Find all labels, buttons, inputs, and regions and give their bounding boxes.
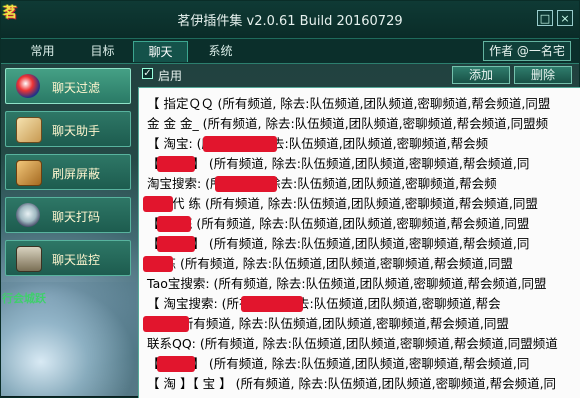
list-item[interactable]: 【 淘 】【 宝 】 (所有频道, 除去:队伍频道,团队频道,密聊频道,帮会频道… [147, 374, 580, 394]
list-item[interactable]: 代 练 (所有频道, 除去:队伍频道,团队频道,密聊频道,帮会频道,同盟 [147, 254, 580, 274]
add-button[interactable]: 添加 [452, 66, 510, 84]
enable-label: 启用 [158, 69, 183, 83]
redaction-block [241, 296, 303, 312]
tab-system[interactable]: 系统 [193, 41, 248, 62]
sidebar-item-label: 刷屏屏蔽 [52, 167, 101, 181]
sidebar-item-spam-block[interactable]: 刷屏屏蔽 [5, 154, 131, 190]
sidebar-item-chat-mask[interactable]: 聊天打码 [5, 197, 131, 233]
redaction-block [143, 256, 173, 272]
block-icon [16, 160, 42, 186]
list-item[interactable]: 【 代 练 (所有频道, 除去:队伍频道,团队频道,密聊频道,帮会频道,同盟 [147, 214, 580, 234]
title-bar[interactable]: 茗 茗伊插件集 v2.0.61 Build 20160729 □ × [1, 1, 579, 39]
redaction-block [143, 316, 189, 332]
sidebar-item-chat-monitor[interactable]: 聊天监控 [5, 240, 131, 276]
plugin-window: 茗 茗伊插件集 v2.0.61 Build 20160729 □ × 常用 目标… [0, 0, 580, 398]
author-button[interactable]: 作者 @一名宅 [483, 41, 571, 61]
list-item[interactable]: 【 网游 】 (所有频道, 除去:队伍频道,团队频道,密聊频道,帮会频道,同 [147, 154, 580, 174]
filter-rule-list[interactable]: 【 指定ＱＱ (所有频道, 除去:队伍频道,团队频道,密聊频道,帮会频道,同盟 … [138, 87, 580, 398]
filter-toolbar: ✓ 启用 添加 删除 [138, 65, 579, 85]
redaction-block [157, 236, 195, 252]
sidebar: 聊天过滤 聊天助手 刷屏屏蔽 聊天打码 聊天监控 [5, 68, 133, 278]
list-item[interactable]: 【 淘宝搜索: (所有频道, 除去:队伍频道,团队频道,密聊频道,帮会 [147, 294, 580, 314]
minimize-button[interactable]: □ [537, 10, 553, 26]
sidebar-item-label: 聊天过滤 [52, 81, 101, 95]
list-item[interactable]: Tao宝搜索: (所有频道, 除去:队伍频道,团队频道,密聊频道,帮会频道,同盟 [147, 274, 580, 294]
list-item[interactable]: 联系QQ: (所有频道, 除去:队伍频道,团队频道,密聊频道,帮会频道,同盟频道 [147, 334, 580, 354]
sidebar-item-label: 聊天监控 [52, 253, 101, 267]
delete-button[interactable]: 删除 [514, 66, 572, 84]
list-item[interactable]: 【 指定ＱＱ (所有频道, 除去:队伍频道,团队频道,密聊频道,帮会频道,同盟 [147, 94, 580, 114]
redaction-block [215, 176, 277, 192]
list-item[interactable]: 剑三代 练 (所有频道, 除去:队伍频道,团队频道,密聊频道,帮会频道,同盟 [147, 194, 580, 214]
filter-icon [16, 74, 40, 98]
monitor-icon [16, 246, 42, 272]
tab-target[interactable]: 目标 [75, 41, 130, 62]
sidebar-item-chat-assistant[interactable]: 聊天助手 [5, 111, 131, 147]
sidebar-item-label: 聊天打码 [52, 210, 101, 224]
tab-bar: 常用 目标 聊天 系统 作者 @一名宅 [1, 39, 579, 64]
redaction-block [157, 216, 191, 232]
sidebar-item-label: 聊天助手 [52, 124, 101, 138]
tab-common[interactable]: 常用 [15, 41, 70, 62]
list-item[interactable]: 【 剑三 】 (所有频道, 除去:队伍频道,团队频道,密聊频道,帮会频道,同 [147, 234, 580, 254]
list-item[interactable]: 【 网游 】 (所有频道, 除去:队伍频道,团队频道,密聊频道,帮会频道,同 [147, 354, 580, 374]
assistant-icon [16, 117, 42, 143]
list-item[interactable]: 金 金 金_ (所有频道, 除去:队伍频道,团队频道,密聊频道,帮会频道,同盟频 [147, 114, 580, 134]
sidebar-item-chat-filter[interactable]: 聊天过滤 [5, 68, 131, 104]
window-title: 茗伊插件集 v2.0.61 Build 20160729 [177, 14, 403, 29]
redaction-block [157, 156, 195, 172]
redaction-block [157, 356, 195, 372]
tab-chat[interactable]: 聊天 [133, 41, 188, 62]
redaction-block [203, 136, 277, 152]
list-item[interactable]: 剑三 (所有频道, 除去:队伍频道,团队频道,密聊频道,帮会频道,同盟 [147, 314, 580, 334]
mask-icon [16, 203, 40, 227]
list-item[interactable]: 淘宝搜索: (所有频道, 除去:队伍频道,团队频道,密聊频道,帮会频 [147, 174, 580, 194]
redaction-block [143, 196, 173, 212]
close-button[interactable]: × [557, 10, 573, 26]
enable-checkbox[interactable]: ✓ [142, 68, 153, 79]
